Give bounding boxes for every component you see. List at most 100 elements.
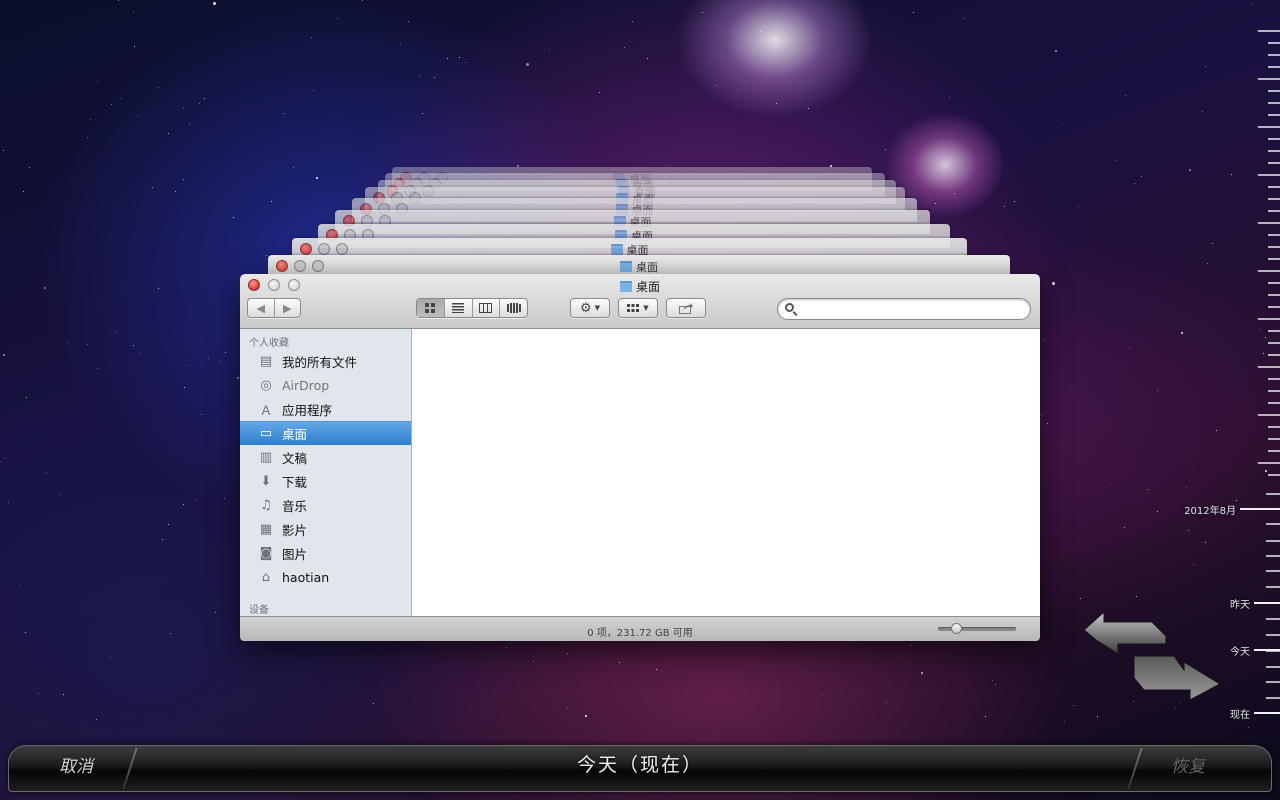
timeline-tick[interactable]	[1268, 294, 1280, 296]
timeline-tick[interactable]	[1258, 462, 1280, 464]
search-field[interactable]	[777, 298, 1031, 320]
arrange-grid-icon	[627, 303, 640, 312]
timeline-label[interactable]: 昨天	[1230, 596, 1250, 611]
sidebar-item-home[interactable]: ⌂ haotian	[240, 565, 411, 589]
icon-view-button[interactable]	[417, 299, 445, 317]
star	[1052, 282, 1055, 285]
timeline-tick[interactable]	[1268, 234, 1280, 236]
timeline-tick[interactable]	[1258, 126, 1280, 128]
list-view-button[interactable]	[445, 299, 473, 317]
timeline-tick[interactable]	[1266, 570, 1280, 572]
timeline-tick[interactable]	[1268, 246, 1280, 248]
timeline-tick[interactable]	[1266, 555, 1280, 557]
coverflow-view-button[interactable]	[500, 299, 527, 317]
star	[233, 217, 234, 218]
timeline-marker[interactable]	[1254, 602, 1280, 604]
timeline-tick[interactable]	[1268, 54, 1280, 56]
sidebar-item-desktop[interactable]: ▭ 桌面	[240, 421, 411, 445]
timeline-tick[interactable]	[1268, 258, 1280, 260]
sidebar-item-all-files[interactable]: ▤ 我的所有文件	[240, 349, 411, 373]
star	[97, 368, 98, 369]
folder-icon	[619, 281, 632, 292]
timeline-tick[interactable]	[1266, 681, 1280, 683]
timeline-tick[interactable]	[1268, 354, 1280, 356]
star	[995, 684, 996, 685]
timeline-tick[interactable]	[1266, 634, 1280, 636]
share-button[interactable]	[666, 298, 706, 318]
timeline-tick[interactable]	[1268, 378, 1280, 380]
folder-icon	[610, 244, 623, 255]
forward-button[interactable]: ▶	[275, 299, 301, 317]
timeline-tick[interactable]	[1268, 90, 1280, 92]
sidebar-item-downloads[interactable]: ⬇ 下载	[240, 469, 411, 493]
timeline-tick[interactable]	[1266, 618, 1280, 620]
star	[90, 119, 91, 120]
timeline-tick[interactable]	[1268, 138, 1280, 140]
sidebar-item-pictures[interactable]: ◙ 图片	[240, 541, 411, 565]
timeline-tick[interactable]	[1258, 414, 1280, 416]
timeline-tick[interactable]	[1258, 30, 1280, 32]
timeline-tick[interactable]	[1268, 450, 1280, 452]
column-view-button[interactable]	[473, 299, 501, 317]
icon-size-slider-knob[interactable]	[951, 623, 962, 634]
timeline-label[interactable]: 2012年8月	[1184, 502, 1236, 517]
timeline-tick[interactable]	[1268, 66, 1280, 68]
back-in-time-arrow-icon[interactable]	[1082, 610, 1168, 656]
timeline-tick[interactable]	[1268, 282, 1280, 284]
star	[422, 113, 423, 114]
star	[1134, 183, 1135, 184]
timeline-tick[interactable]	[1268, 150, 1280, 152]
timeline-marker[interactable]	[1254, 649, 1280, 651]
sidebar-item-applications[interactable]: Ａ 应用程序	[240, 397, 411, 421]
timeline-tick[interactable]	[1258, 78, 1280, 80]
restore-button[interactable]: 恢复	[1171, 752, 1205, 777]
timeline-tick[interactable]	[1266, 523, 1280, 525]
sidebar-item-airdrop[interactable]: ◎ AirDrop	[240, 373, 411, 397]
sidebar-item-movies[interactable]: ▦ 影片	[240, 517, 411, 541]
timeline-tick[interactable]	[1268, 42, 1280, 44]
timeline-tick[interactable]	[1268, 342, 1280, 344]
timeline-tick[interactable]	[1268, 426, 1280, 428]
timeline-tick[interactable]	[1268, 210, 1280, 212]
timeline-tick[interactable]	[1258, 174, 1280, 176]
timeline-tick[interactable]	[1268, 114, 1280, 116]
action-button[interactable]: ⚙ ▼	[570, 298, 610, 318]
timeline-tick[interactable]	[1266, 666, 1280, 668]
star	[3, 150, 4, 151]
star	[133, 345, 134, 346]
timeline-tick[interactable]	[1266, 697, 1280, 699]
timeline-tick[interactable]	[1268, 198, 1280, 200]
timeline-tick[interactable]	[1258, 222, 1280, 224]
timeline-tick[interactable]	[1266, 540, 1280, 542]
star	[666, 165, 667, 166]
timeline-tick[interactable]	[1268, 306, 1280, 308]
timeline-label[interactable]: 现在	[1230, 706, 1250, 721]
timeline-tick[interactable]	[1268, 402, 1280, 404]
sidebar-item-music[interactable]: ♫ 音乐	[240, 493, 411, 517]
timeline-tick[interactable]	[1268, 330, 1280, 332]
timeline-marker[interactable]	[1254, 712, 1280, 714]
timeline-tick[interactable]	[1266, 493, 1280, 495]
timeline-tick[interactable]	[1268, 162, 1280, 164]
timeline-tick[interactable]	[1268, 474, 1280, 476]
star	[60, 494, 61, 495]
timeline-label[interactable]: 今天	[1230, 643, 1250, 658]
timeline-tick[interactable]	[1268, 390, 1280, 392]
timeline-tick[interactable]	[1268, 438, 1280, 440]
icon-size-slider[interactable]	[938, 623, 1016, 634]
timeline-tick[interactable]	[1258, 366, 1280, 368]
timeline-tick[interactable]	[1258, 270, 1280, 272]
timeline-tick[interactable]	[1258, 318, 1280, 320]
timeline-marker[interactable]	[1240, 508, 1280, 510]
back-button[interactable]: ◀	[248, 299, 275, 317]
timeline-tick[interactable]	[1268, 102, 1280, 104]
timeline-tick[interactable]	[1268, 186, 1280, 188]
timeline[interactable]: 2012年8月昨天今天现在	[1170, 0, 1280, 740]
star	[1047, 423, 1048, 424]
forward-in-time-arrow-icon[interactable]	[1132, 654, 1222, 702]
arrange-button[interactable]: ▼	[618, 298, 658, 318]
timeline-tick[interactable]	[1266, 586, 1280, 588]
sidebar-item-documents[interactable]: ▥ 文稿	[240, 445, 411, 469]
search-input[interactable]	[800, 301, 1024, 319]
file-content-area[interactable]	[412, 329, 1040, 616]
